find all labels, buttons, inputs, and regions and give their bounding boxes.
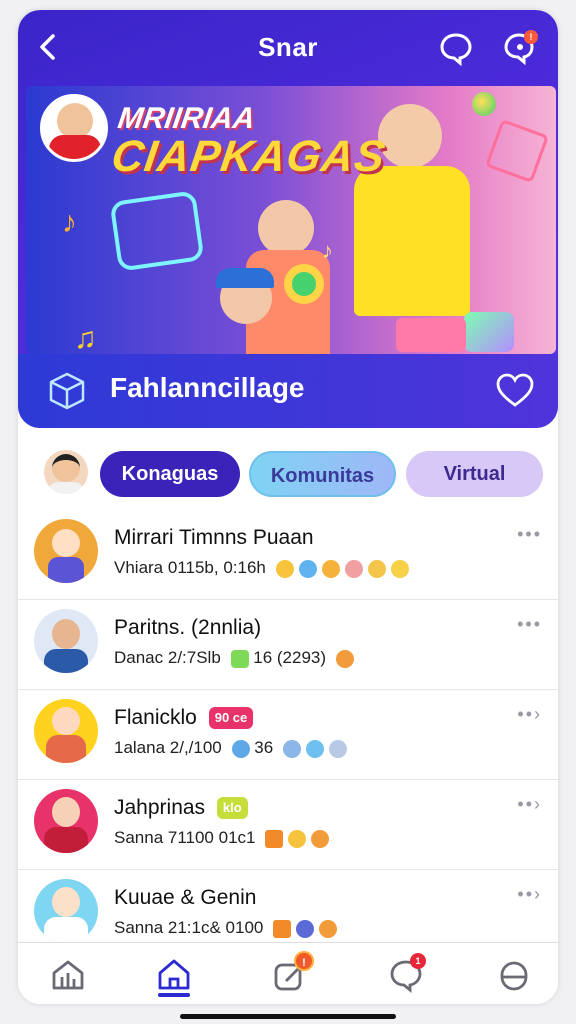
message-preview: Vhiara 0115b, 0:16h <box>114 558 266 577</box>
chat-icon[interactable]: 1 <box>386 953 426 995</box>
boy-yellow-shirt-illustration <box>354 166 470 316</box>
banner-title-line2: CIAPKAGAS <box>108 132 389 181</box>
emoji-icon <box>265 829 284 848</box>
avatar <box>34 519 98 583</box>
message-preview: Sanna 21:1c& 0100 <box>114 918 264 937</box>
more-options-icon[interactable]: ••› <box>517 704 542 725</box>
page-title: Snar <box>258 32 318 62</box>
toy-box-illustration <box>396 318 466 352</box>
music-note-icon: ♪ <box>62 206 77 239</box>
emoji-icon <box>273 919 292 938</box>
notification-badge: ! <box>524 30 538 44</box>
music-note-icon: ♫ <box>74 322 97 354</box>
avatar <box>34 609 98 673</box>
status-badge: klo <box>216 797 248 820</box>
emoji-icon <box>344 559 363 578</box>
chip-komunitas[interactable]: Komunitas <box>249 451 396 497</box>
music-note-icon: ♪ <box>322 238 333 263</box>
more-options-icon[interactable]: ••› <box>517 794 542 815</box>
child-face-illustration <box>258 200 314 256</box>
emoji-icon <box>390 559 409 578</box>
message-count: 36 <box>254 738 274 757</box>
emoji-icon <box>288 829 307 848</box>
compose-icon[interactable]: ! <box>270 951 314 995</box>
compose-badge: ! <box>294 951 314 971</box>
emoji-icon <box>231 739 250 758</box>
user-avatar[interactable] <box>44 450 88 494</box>
message-preview: Sanna 71100 01c1 <box>114 828 256 847</box>
blue-cap-illustration <box>216 268 274 288</box>
ball-illustration <box>472 92 496 116</box>
avatar <box>34 699 98 763</box>
emoji-icon <box>296 919 315 938</box>
filter-chips: Konaguas Komunitas Virtual <box>18 446 558 502</box>
chat-badge: 1 <box>410 953 426 969</box>
banner-footer: Fahlanncillage <box>18 354 558 428</box>
message-preview: 1alana 2/,/100 <box>114 738 222 757</box>
neon-speech-illustration <box>109 190 205 272</box>
chip-virtual[interactable]: Virtual <box>406 451 543 497</box>
home-icon[interactable] <box>154 955 194 995</box>
emoji-icon <box>298 559 317 578</box>
contact-name: Kuuae & Genin <box>114 886 257 909</box>
message-count: 16 (2293) <box>253 648 327 667</box>
community-title: Fahlanncillage <box>110 372 305 403</box>
emoji-icon <box>321 559 340 578</box>
home-indicator <box>180 1014 396 1019</box>
emoji-icon <box>319 919 338 938</box>
bottom-nav: ! 1 <box>18 942 558 1004</box>
contact-name: Paritns. (2nnlia) <box>114 616 262 639</box>
list-item[interactable]: Flanicklo 90 ce 1alana 2/,/100 36 ••› <box>18 690 558 780</box>
chat-bubble-icon[interactable] <box>438 30 474 67</box>
emoji-icon <box>230 649 249 668</box>
avatar <box>34 879 98 943</box>
app-screen: Snar ! ♪ ♫ ♪ MRIIRIAA CIAPKAGAS Fahlannc… <box>18 10 558 1004</box>
more-options-icon[interactable]: ••› <box>517 884 542 905</box>
banner-avatar[interactable] <box>40 94 108 162</box>
gift-box-illustration <box>484 118 550 184</box>
list-item[interactable]: Jahprinas klo Sanna 71100 01c1 ••› <box>18 780 558 870</box>
contact-name: Mirrari Timnns Puaan <box>114 526 314 549</box>
heart-icon[interactable] <box>494 370 536 412</box>
top-bar: Snar ! <box>18 10 558 86</box>
drum-toy-illustration <box>284 264 324 304</box>
active-tab-indicator <box>158 993 190 997</box>
promo-banner[interactable]: ♪ ♫ ♪ MRIIRIAA CIAPKAGAS <box>26 86 556 354</box>
emoji-icon <box>311 829 330 848</box>
profile-icon[interactable] <box>494 955 534 995</box>
message-preview: Danac 2/:7Slb <box>114 648 221 667</box>
hero-section: Snar ! ♪ ♫ ♪ MRIIRIAA CIAPKAGAS Fahlannc… <box>18 10 558 428</box>
cube-icon <box>46 370 88 412</box>
emoji-icon <box>328 739 347 758</box>
neon-cube-illustration <box>464 312 514 352</box>
emoji-icon <box>305 739 324 758</box>
notification-chat-icon[interactable]: ! <box>502 30 538 66</box>
contact-name: Flanicklo <box>114 706 197 729</box>
banner-title-line1: MRIIRIAA <box>115 102 258 135</box>
chip-konaguas[interactable]: Konaguas <box>100 451 240 497</box>
emoji-icon <box>367 559 386 578</box>
emoji-icon <box>275 559 294 578</box>
home-stats-icon[interactable] <box>48 955 88 995</box>
emoji-icon <box>282 739 301 758</box>
emoji-icon <box>335 649 354 668</box>
avatar <box>34 789 98 853</box>
list-item[interactable]: Mirrari Timnns Puaan Vhiara 0115b, 0:16h… <box>18 510 558 600</box>
more-options-icon[interactable]: ••• <box>517 614 542 635</box>
status-badge: 90 ce <box>208 707 254 730</box>
more-options-icon[interactable]: ••• <box>517 524 542 545</box>
list-item[interactable]: Paritns. (2nnlia) Danac 2/:7Slb 16 (2293… <box>18 600 558 690</box>
contact-name: Jahprinas <box>114 796 206 819</box>
